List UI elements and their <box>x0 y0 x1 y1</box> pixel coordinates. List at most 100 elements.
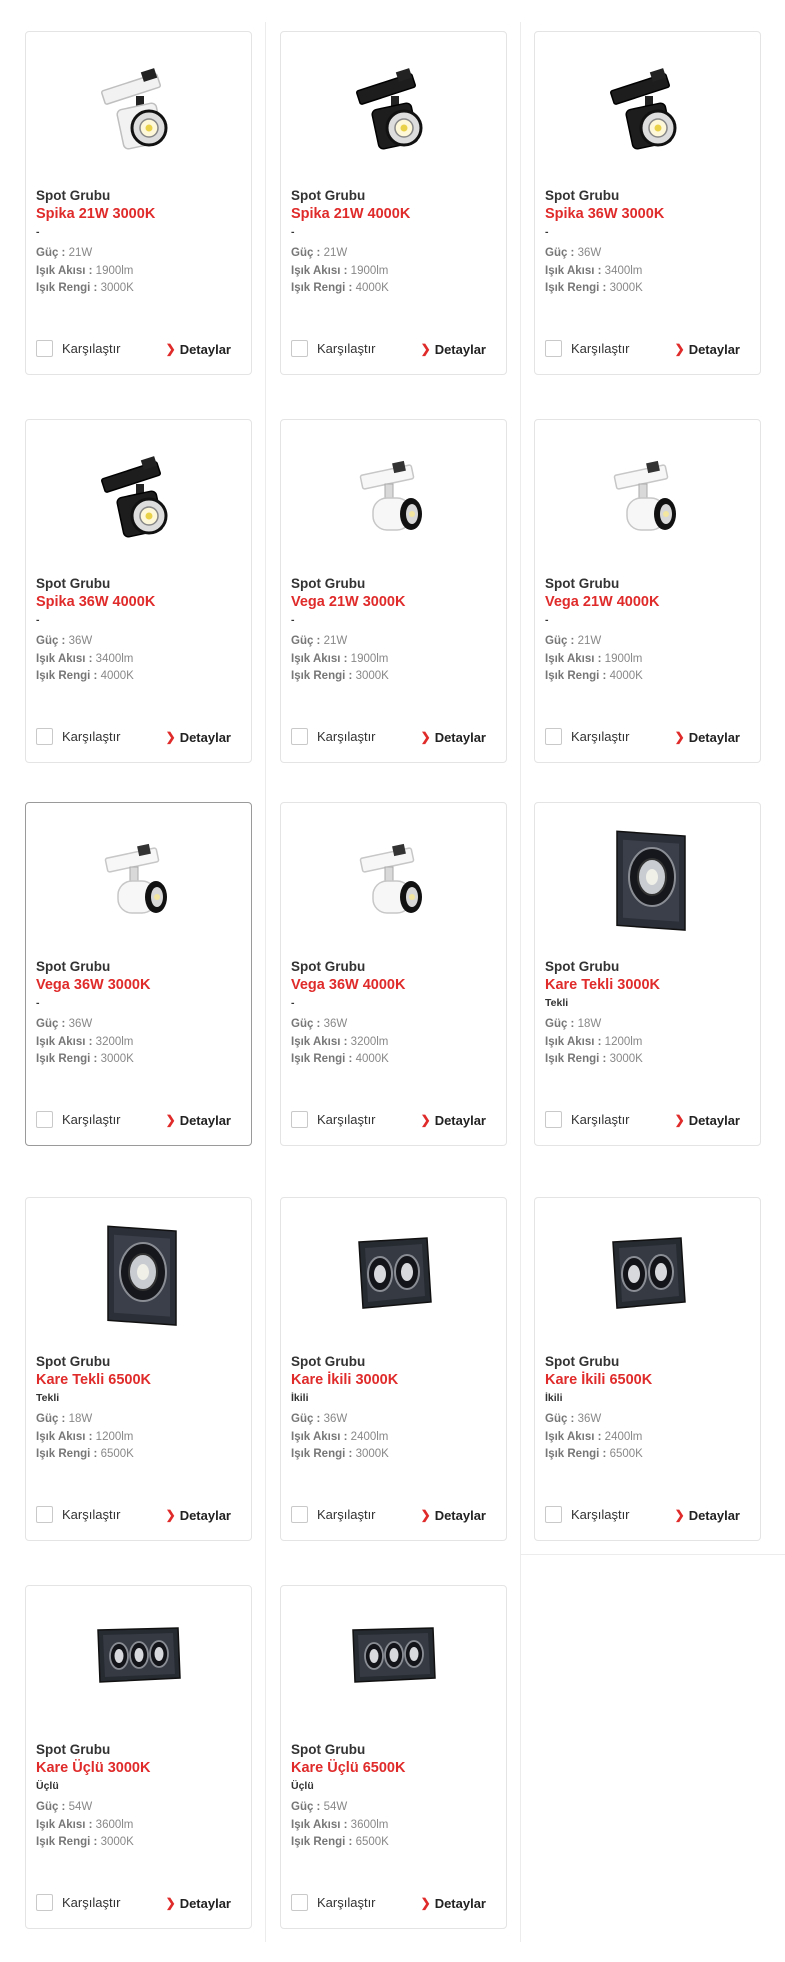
product-image[interactable] <box>46 1598 232 1718</box>
compare-toggle[interactable]: Karşılaştır <box>545 337 630 359</box>
product-specs: Güç : 36W Işık Akısı : 3200lm Işık Rengi… <box>291 1016 389 1069</box>
compare-toggle[interactable]: Karşılaştır <box>36 1108 121 1130</box>
spec-flux-label: Işık Akısı : <box>291 264 348 277</box>
compare-toggle[interactable]: Karşılaştır <box>36 1891 121 1913</box>
compare-toggle[interactable]: Karşılaştır <box>36 725 121 747</box>
spec-color-label: Işık Rengi : <box>291 1836 353 1848</box>
details-link[interactable]: ❯ Detaylar <box>421 1893 486 1913</box>
details-link[interactable]: ❯ Detaylar <box>675 339 740 359</box>
product-image[interactable] <box>46 44 232 164</box>
details-link[interactable]: ❯ Detaylar <box>166 339 231 359</box>
product-image[interactable] <box>46 1210 232 1330</box>
product-specs: Güç : 36W Işık Akısı : 2400lm Işık Rengi… <box>291 1411 389 1464</box>
product-name[interactable]: Vega 36W 4000K <box>291 977 405 993</box>
product-specs: Güç : 36W Işık Akısı : 2400lm Işık Rengi… <box>545 1411 643 1464</box>
product-image[interactable] <box>301 1598 487 1718</box>
product-name[interactable]: Kare Tekli 3000K <box>545 977 660 993</box>
compare-toggle[interactable]: Karşılaştır <box>545 1108 630 1130</box>
compare-checkbox[interactable] <box>545 1110 562 1128</box>
compare-checkbox[interactable] <box>545 727 562 745</box>
product-name[interactable]: Vega 21W 3000K <box>291 594 405 610</box>
product-name[interactable]: Spika 21W 4000K <box>291 206 410 222</box>
product-name[interactable]: Spika 36W 3000K <box>545 206 664 222</box>
compare-checkbox[interactable] <box>545 1505 562 1523</box>
product-image[interactable] <box>301 432 487 552</box>
product-name[interactable]: Kare Tekli 6500K <box>36 1372 151 1388</box>
product-image[interactable] <box>301 815 487 935</box>
compare-checkbox[interactable] <box>291 1893 308 1911</box>
compare-checkbox[interactable] <box>36 1110 53 1128</box>
spec-flux: Işık Akısı : 1900lm <box>291 651 389 669</box>
details-label: Detaylar <box>179 1895 231 1911</box>
product-name[interactable]: Vega 36W 3000K <box>36 977 150 993</box>
product-image[interactable] <box>301 44 487 164</box>
compare-toggle[interactable]: Karşılaştır <box>291 725 376 747</box>
product-image[interactable] <box>46 432 232 552</box>
product-group: Spot Grubu <box>291 1742 366 1757</box>
details-link[interactable]: ❯ Detaylar <box>166 1110 231 1130</box>
spec-power-label: Güç : <box>291 247 321 259</box>
product-image[interactable] <box>46 815 232 935</box>
product-card: Spot Grubu Kare İkili 6500K İkili Güç : … <box>534 1197 761 1541</box>
compare-checkbox[interactable] <box>545 339 562 357</box>
details-link[interactable]: ❯ Detaylar <box>421 727 486 747</box>
details-link[interactable]: ❯ Detaylar <box>166 1505 231 1525</box>
compare-toggle[interactable]: Karşılaştır <box>545 1503 630 1525</box>
compare-checkbox[interactable] <box>291 727 308 745</box>
compare-checkbox[interactable] <box>36 1505 53 1523</box>
product-subtitle: Üçlü <box>36 1780 59 1792</box>
spec-color-label: Işık Rengi : <box>36 282 98 294</box>
spec-power-value: 36W <box>68 635 93 647</box>
compare-checkbox[interactable] <box>36 727 53 745</box>
compare-toggle[interactable]: Karşılaştır <box>291 337 376 359</box>
spec-flux-value: 2400lm <box>350 1430 389 1443</box>
product-name[interactable]: Spika 21W 3000K <box>36 206 155 222</box>
compare-toggle[interactable]: Karşılaştır <box>545 725 630 747</box>
product-subtitle: - <box>291 614 295 626</box>
compare-label: Karşılaştır <box>62 1894 121 1910</box>
details-link[interactable]: ❯ Detaylar <box>421 1110 486 1130</box>
product-name[interactable]: Vega 21W 4000K <box>545 594 659 610</box>
product-image[interactable] <box>555 44 741 164</box>
spec-flux-value: 1900lm <box>95 264 134 277</box>
compare-checkbox[interactable] <box>291 1110 308 1128</box>
spec-color-label: Işık Rengi : <box>545 1448 607 1460</box>
spec-flux-label: Işık Akısı : <box>291 1818 348 1831</box>
compare-toggle[interactable]: Karşılaştır <box>291 1503 376 1525</box>
spec-power: Güç : 54W <box>291 1799 389 1817</box>
product-image[interactable] <box>555 815 741 935</box>
compare-toggle[interactable]: Karşılaştır <box>36 337 121 359</box>
chevron-right-icon: ❯ <box>165 730 176 744</box>
spec-flux: Işık Akısı : 3400lm <box>36 651 134 669</box>
details-link[interactable]: ❯ Detaylar <box>421 339 486 359</box>
product-image[interactable] <box>555 432 741 552</box>
spec-power-label: Güç : <box>36 1801 66 1813</box>
product-name[interactable]: Spika 36W 4000K <box>36 594 155 610</box>
details-link[interactable]: ❯ Detaylar <box>675 727 740 747</box>
product-name[interactable]: Kare İkili 6500K <box>545 1372 652 1388</box>
spec-flux-value: 2400lm <box>604 1430 643 1443</box>
spec-power-label: Güç : <box>545 247 575 259</box>
compare-toggle[interactable]: Karşılaştır <box>291 1891 376 1913</box>
compare-checkbox[interactable] <box>291 339 308 357</box>
spec-power-label: Güç : <box>291 1018 321 1030</box>
details-link[interactable]: ❯ Detaylar <box>166 727 231 747</box>
product-name[interactable]: Kare Üçlü 3000K <box>36 1760 150 1776</box>
details-link[interactable]: ❯ Detaylar <box>675 1110 740 1130</box>
compare-checkbox[interactable] <box>36 1893 53 1911</box>
compare-toggle[interactable]: Karşılaştır <box>36 1503 121 1525</box>
compare-checkbox[interactable] <box>291 1505 308 1523</box>
product-image[interactable] <box>555 1210 741 1330</box>
product-name[interactable]: Kare İkili 3000K <box>291 1372 398 1388</box>
spec-flux-label: Işık Akısı : <box>291 652 348 665</box>
product-image[interactable] <box>301 1210 487 1330</box>
compare-toggle[interactable]: Karşılaştır <box>291 1108 376 1130</box>
product-name[interactable]: Kare Üçlü 6500K <box>291 1760 405 1776</box>
product-card: Spot Grubu Kare Üçlü 3000K Üçlü Güç : 54… <box>25 1585 252 1929</box>
details-link[interactable]: ❯ Detaylar <box>675 1505 740 1525</box>
details-link[interactable]: ❯ Detaylar <box>166 1893 231 1913</box>
details-link[interactable]: ❯ Detaylar <box>421 1505 486 1525</box>
spec-flux-label: Işık Akısı : <box>36 652 93 665</box>
product-group: Spot Grubu <box>36 188 111 203</box>
compare-checkbox[interactable] <box>36 339 53 357</box>
